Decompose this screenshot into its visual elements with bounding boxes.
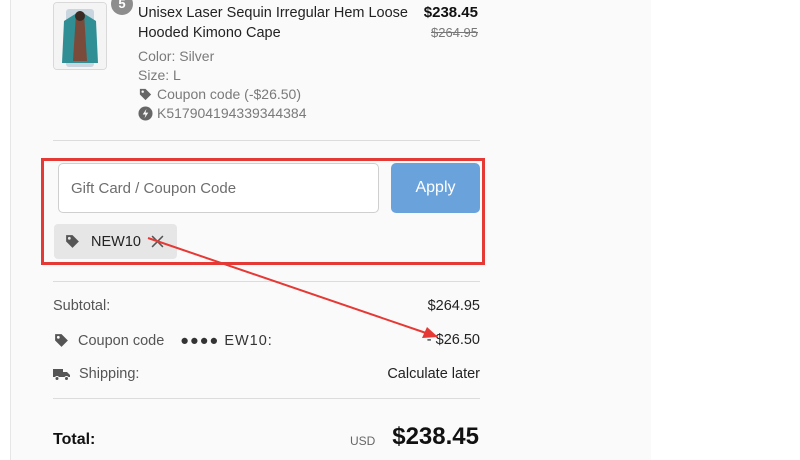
divider-top	[53, 140, 480, 141]
annotation-highlight-box	[41, 158, 485, 265]
coupon-discount-value: - $26.50	[426, 332, 480, 348]
coupon-masked-code: ●●●● EW10:	[180, 332, 273, 349]
total-currency: USD	[350, 434, 376, 448]
total-label: Total:	[53, 431, 96, 448]
shipping-row: Shipping: Calculate later	[53, 366, 480, 382]
shipping-value: Calculate later	[387, 366, 480, 382]
coupon-discount-row: Coupon code ●●●● EW10: - $26.50	[53, 332, 480, 349]
subtotal-row: Subtotal: $264.95	[53, 298, 480, 314]
total-amount: $238.45	[392, 423, 479, 450]
product-thumbnail[interactable]	[53, 2, 107, 70]
tag-icon	[55, 334, 68, 347]
shipping-label: Shipping:	[79, 366, 140, 382]
product-coupon-text: Coupon code (-$26.50)	[157, 86, 301, 102]
product-price: $238.45	[423, 4, 478, 21]
coupon-discount-label: Coupon code	[78, 332, 165, 349]
product-image	[54, 3, 106, 69]
bolt-icon	[138, 105, 153, 121]
subtotal-value: $264.95	[427, 298, 480, 314]
product-sku: K517904194339344384	[138, 104, 307, 122]
subtotal-label: Subtotal:	[53, 298, 111, 314]
product-size: Size: L	[138, 66, 181, 84]
coupon-discount-label-group: Coupon code ●●●● EW10:	[53, 332, 480, 349]
product-sku-text: K517904194339344384	[157, 105, 307, 121]
product-original-price: $264.95	[431, 25, 478, 40]
tag-icon	[139, 88, 152, 100]
truck-icon	[53, 369, 70, 381]
product-size-text: Size: L	[138, 67, 181, 83]
product-coupon: Coupon code (-$26.50)	[138, 85, 301, 103]
divider-bottom	[53, 398, 480, 399]
product-color: Color: Silver	[138, 47, 214, 65]
product-color-text: Color: Silver	[138, 48, 215, 64]
divider-middle	[53, 281, 480, 282]
right-whitespace	[651, 0, 800, 460]
product-title[interactable]: Unisex Laser Sequin Irregular Hem Loose …	[138, 3, 418, 43]
